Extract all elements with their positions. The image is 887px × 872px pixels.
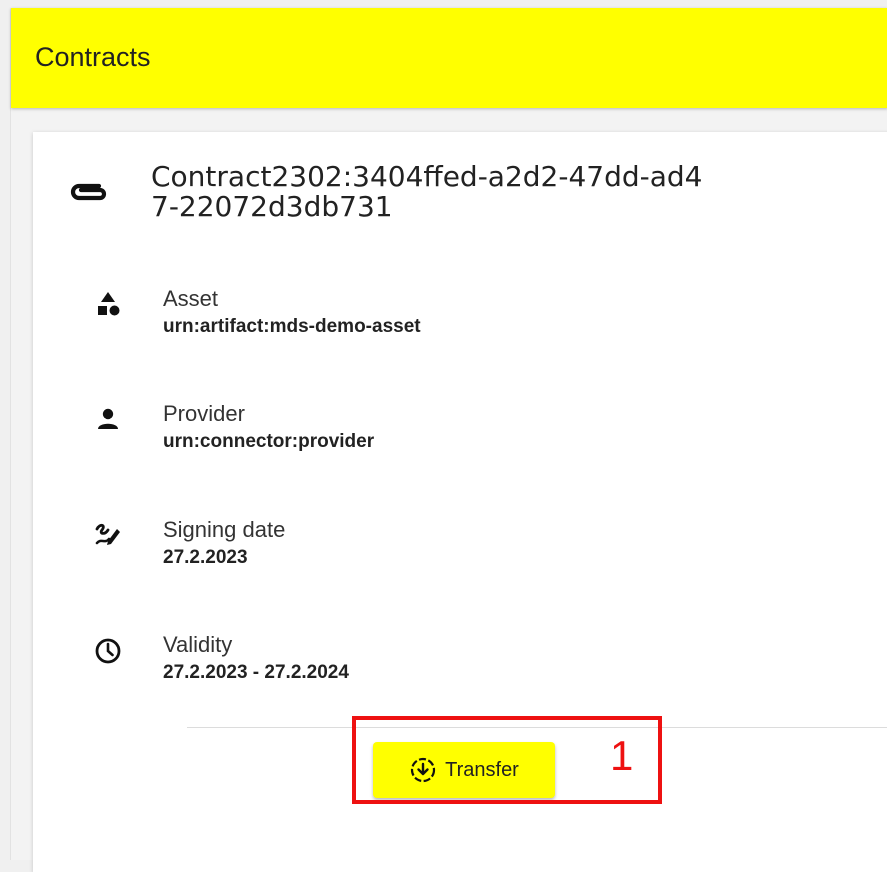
detail-label: Asset xyxy=(163,286,219,311)
clock-icon xyxy=(95,638,121,664)
detail-value: 27.2.2023 - 27.2.2024 xyxy=(163,662,349,683)
detail-value: urn:artifact:mds-demo-asset xyxy=(163,316,421,337)
shapes-icon xyxy=(98,292,120,316)
detail-label: Validity xyxy=(163,632,233,657)
detail-label: Signing date xyxy=(163,517,286,542)
detail-value: 27.2.2023 xyxy=(163,547,248,568)
paperclip-icon xyxy=(70,183,107,201)
page-title: Contracts xyxy=(35,42,151,72)
signature-icon xyxy=(95,523,120,545)
detail-label: Provider xyxy=(163,401,245,426)
annotation-number: 1 xyxy=(610,732,634,779)
detail-value: urn:connector:provider xyxy=(163,431,375,452)
page-header: Contracts xyxy=(11,8,887,108)
contract-title: Contract2302:3404ffed-a2d2-47dd-ad47-220… xyxy=(151,160,703,223)
person-icon xyxy=(98,408,118,429)
